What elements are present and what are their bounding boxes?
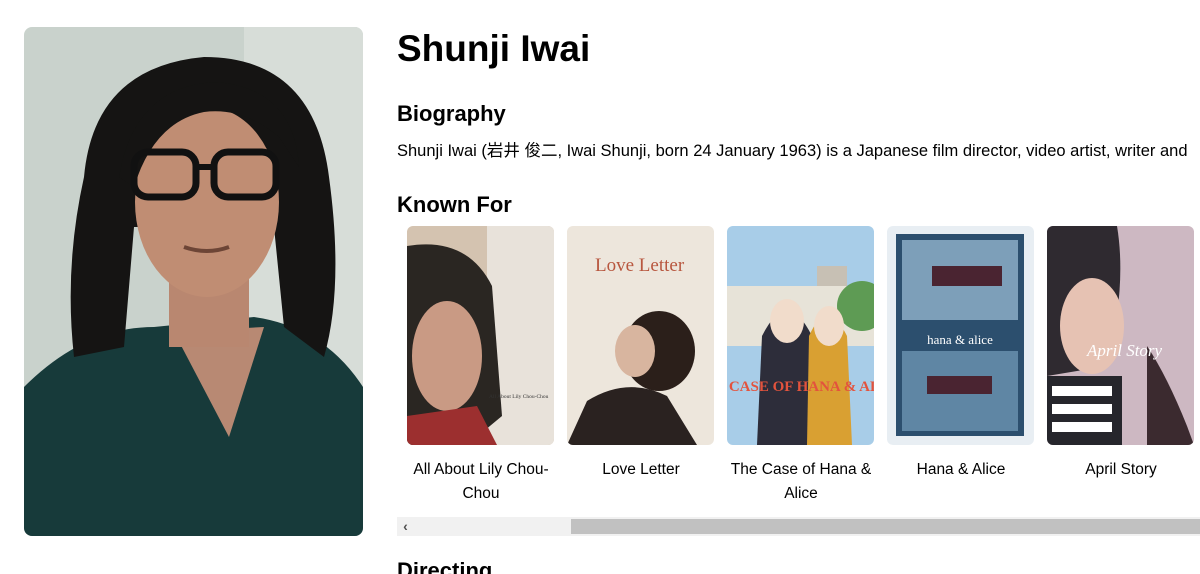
movie-poster[interactable]: April Story: [1047, 226, 1194, 445]
poster-title-text: hana & alice: [927, 332, 993, 347]
movie-title[interactable]: The Case of Hana & Alice: [726, 458, 876, 506]
profile-photo: [24, 27, 363, 536]
known-for-carousel[interactable]: All About Lily Chou-Chou All About Lily …: [407, 226, 1200, 516]
person-name: Shunji Iwai: [397, 28, 591, 69]
person-details: Shunji Iwai Biography Shunji Iwai (岩井 俊二…: [397, 0, 1200, 574]
movie-title[interactable]: All About Lily Chou-Chou: [406, 458, 556, 506]
poster-title-text: All About Lily Chou-Chou: [489, 394, 549, 400]
movie-poster[interactable]: hana & alice: [887, 226, 1034, 445]
poster-title-text: Love Letter: [595, 255, 685, 276]
biography-heading: Biography: [397, 101, 506, 126]
scrollbar-thumb[interactable]: [571, 519, 1200, 534]
movie-card-april-story[interactable]: April Story April Story: [1047, 226, 1194, 482]
known-for-heading: Known For: [397, 192, 512, 217]
directing-heading: Directing: [397, 558, 493, 574]
movie-title[interactable]: Hana & Alice: [886, 458, 1036, 482]
movie-card-the-case-of-hana-and-alice[interactable]: THE CASE OF HANA & ALICE The Case of Han…: [727, 226, 874, 506]
movie-poster[interactable]: All About Lily Chou-Chou: [407, 226, 554, 445]
movie-card-love-letter[interactable]: Love Letter Love Letter: [567, 226, 714, 482]
poster-title-text: THE CASE OF HANA & ALICE: [727, 379, 874, 395]
movie-card-all-about-lily-chou-chou[interactable]: All About Lily Chou-Chou All About Lily …: [407, 226, 554, 506]
movie-poster[interactable]: Love Letter: [567, 226, 714, 445]
movie-card-hana-and-alice[interactable]: hana & alice Hana & Alice: [887, 226, 1034, 482]
poster-title-text: April Story: [1086, 341, 1163, 360]
horizontal-scrollbar[interactable]: ‹: [397, 517, 1200, 536]
movie-title[interactable]: Love Letter: [566, 458, 716, 482]
portrait-image: [24, 27, 363, 536]
scroll-left-arrow-icon[interactable]: ‹: [397, 517, 414, 536]
movie-poster[interactable]: THE CASE OF HANA & ALICE: [727, 226, 874, 445]
biography-text: Shunji Iwai (岩井 俊二, Iwai Shunji, born 24…: [397, 142, 1188, 160]
movie-title[interactable]: April Story: [1046, 458, 1196, 482]
